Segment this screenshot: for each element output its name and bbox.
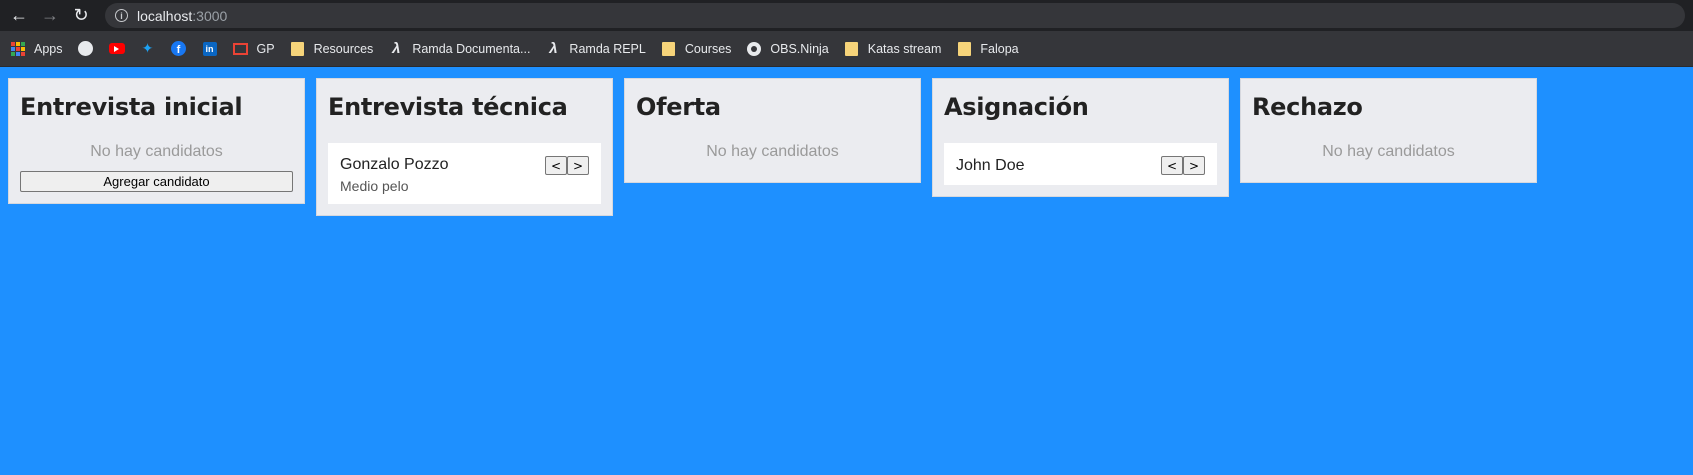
bookmark-falopa[interactable]: Falopa — [956, 41, 1019, 57]
facebook-icon: f — [171, 41, 187, 57]
empty-state: No hay candidatos — [706, 143, 839, 160]
move-left-button[interactable]: < — [1161, 156, 1183, 175]
bookmark-label: OBS.Ninja — [770, 41, 829, 56]
bookmark-label: Courses — [684, 41, 732, 56]
bookmark-label: Ramda REPL — [569, 41, 646, 56]
move-left-button[interactable]: < — [545, 156, 567, 175]
column-title: Asignación — [944, 93, 1089, 121]
card-move-controls: < > — [545, 156, 589, 175]
column-entrevista-inicial: Entrevista inicial No hay candidatos Agr… — [8, 78, 305, 204]
folder-icon — [290, 41, 306, 57]
bookmark-label: Apps — [34, 41, 63, 56]
column-asignacion: Asignación John Doe < > — [932, 78, 1229, 197]
column-title: Oferta — [636, 93, 721, 121]
ramda-lambda-icon: λ — [392, 40, 401, 57]
ramda-lambda-icon: λ — [549, 40, 558, 57]
url-port: :3000 — [192, 7, 228, 24]
column-entrevista-tecnica: Entrevista técnica Gonzalo Pozzo Medio p… — [316, 78, 613, 216]
address-bar[interactable]: i localhost:3000 — [105, 3, 1685, 28]
twitter-icon: ✦ — [141, 40, 154, 56]
move-right-button[interactable]: > — [567, 156, 589, 175]
bookmark-linkedin[interactable]: in — [202, 41, 218, 57]
bookmark-katas-stream[interactable]: Katas stream — [844, 41, 942, 57]
bookmark-label: Katas stream — [867, 41, 942, 56]
bookmark-obs-ninja[interactable]: OBS.Ninja — [746, 41, 829, 57]
candidate-info: Gonzalo Pozzo Medio pelo — [340, 156, 449, 194]
candidate-card: Gonzalo Pozzo Medio pelo < > — [328, 143, 601, 204]
gmail-icon — [233, 41, 249, 57]
folder-icon — [661, 41, 677, 57]
bookmark-courses[interactable]: Courses — [661, 41, 732, 57]
candidate-card: John Doe < > — [944, 143, 1217, 185]
candidate-name: John Doe — [956, 156, 1025, 174]
bookmark-youtube[interactable] — [108, 41, 125, 57]
folder-icon — [956, 41, 972, 57]
empty-state: No hay candidatos — [90, 143, 223, 160]
candidate-note: Medio pelo — [340, 178, 409, 194]
candidate-info: John Doe — [956, 157, 1025, 175]
column-title: Rechazo — [1252, 93, 1363, 121]
bookmark-github[interactable] — [78, 41, 94, 57]
obs-ninja-icon — [746, 41, 762, 57]
move-right-button[interactable]: > — [1183, 156, 1205, 175]
back-arrow-icon[interactable]: ← — [8, 5, 30, 27]
folder-icon — [844, 41, 860, 57]
empty-state: No hay candidatos — [1322, 143, 1455, 160]
bookmark-ramda-docs[interactable]: λ Ramda Documenta... — [388, 40, 531, 57]
column-rechazo: Rechazo No hay candidatos — [1240, 78, 1537, 183]
apps-grid-icon — [10, 41, 26, 57]
add-candidate-button[interactable]: Agregar candidato — [20, 171, 293, 192]
candidate-name: Gonzalo Pozzo — [340, 156, 449, 173]
browser-toolbar: ← → ↻ i localhost:3000 — [0, 0, 1693, 31]
url-host: localhost — [137, 7, 193, 24]
card-move-controls: < > — [1161, 156, 1205, 175]
youtube-icon — [108, 41, 125, 57]
column-oferta: Oferta No hay candidatos — [624, 78, 921, 183]
bookmark-label: Resources — [313, 41, 374, 56]
bookmark-ramda-repl[interactable]: λ Ramda REPL — [545, 40, 646, 57]
bookmark-gp[interactable]: GP — [233, 41, 275, 57]
github-icon — [78, 41, 94, 57]
bookmark-facebook[interactable]: f — [171, 41, 187, 57]
linkedin-icon: in — [202, 41, 218, 57]
bookmark-label: Ramda Documenta... — [412, 41, 531, 56]
bookmark-resources[interactable]: Resources — [290, 41, 374, 57]
bookmark-label: Falopa — [980, 41, 1019, 56]
bookmark-apps[interactable]: Apps — [10, 41, 63, 57]
bookmarks-bar: Apps ✦ f in GP Resources λ Ramda Documen… — [0, 31, 1693, 67]
site-info-icon[interactable]: i — [115, 9, 128, 22]
column-title: Entrevista técnica — [328, 93, 568, 121]
column-title: Entrevista inicial — [20, 93, 243, 121]
bookmark-twitter[interactable]: ✦ — [140, 40, 156, 57]
forward-arrow-icon[interactable]: → — [39, 5, 61, 27]
reload-icon[interactable]: ↻ — [70, 5, 92, 27]
kanban-board: Entrevista inicial No hay candidatos Agr… — [0, 67, 1693, 216]
bookmark-label: GP — [256, 41, 275, 56]
